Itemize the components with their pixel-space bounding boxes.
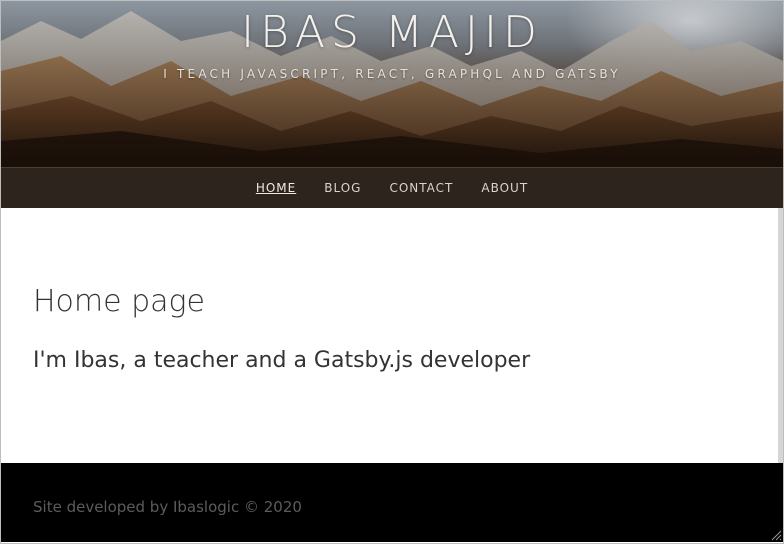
main-content: Home page I'm Ibas, a teacher and a Gats… xyxy=(1,208,783,463)
nav-item-blog[interactable]: BLOG xyxy=(324,181,361,195)
nav-item-about[interactable]: ABOUT xyxy=(481,181,528,195)
scrollbar[interactable] xyxy=(778,208,783,463)
nav-item-contact[interactable]: CONTACT xyxy=(389,181,453,195)
site-title[interactable]: IBAS MAJID xyxy=(1,7,783,58)
nav-item-home[interactable]: HOME xyxy=(256,181,296,195)
site-subtitle: I TEACH JAVASCRIPT, REACT, GRAPHQL AND G… xyxy=(163,67,621,81)
resize-grip-icon[interactable] xyxy=(770,529,782,541)
footer-credit: Site developed by Ibaslogic © 2020 xyxy=(33,498,302,516)
browser-viewport: IBAS MAJID I TEACH JAVASCRIPT, REACT, GR… xyxy=(0,0,784,544)
page-title: Home page xyxy=(33,284,206,319)
site-footer: Site developed by Ibaslogic © 2020 xyxy=(1,463,783,542)
site-header: IBAS MAJID I TEACH JAVASCRIPT, REACT, GR… xyxy=(1,1,783,167)
intro-text: I'm Ibas, a teacher and a Gatsby.js deve… xyxy=(33,348,531,373)
main-navigation: HOME BLOG CONTACT ABOUT xyxy=(1,167,783,208)
